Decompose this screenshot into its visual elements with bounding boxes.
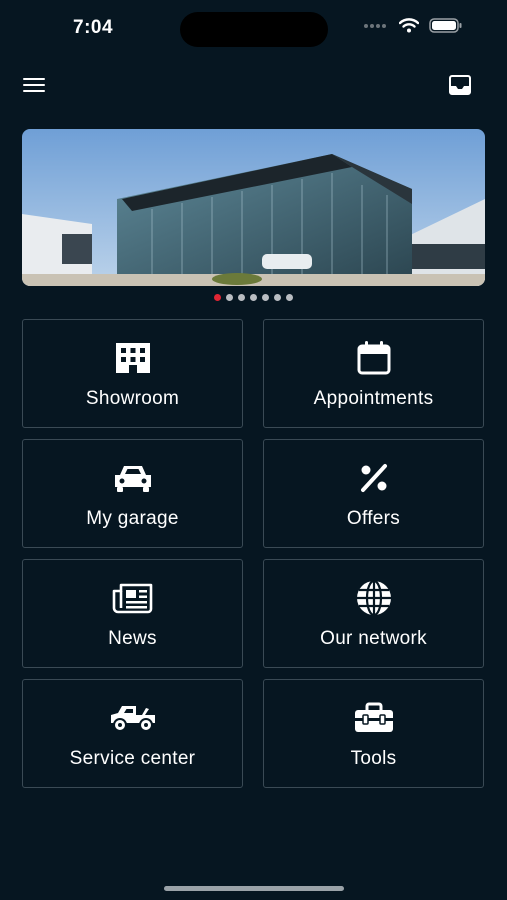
hero-banner-image[interactable] bbox=[22, 129, 485, 286]
carousel-dot[interactable] bbox=[274, 294, 281, 301]
carousel-dot[interactable] bbox=[262, 294, 269, 301]
inbox-icon bbox=[449, 75, 471, 95]
tile-our-network[interactable]: Our network bbox=[263, 559, 484, 668]
tile-label: Offers bbox=[346, 508, 401, 529]
carousel-dot[interactable] bbox=[214, 294, 221, 301]
carousel-dot[interactable] bbox=[286, 294, 293, 301]
wifi-icon bbox=[399, 18, 419, 33]
tile-tools[interactable]: Tools bbox=[263, 679, 484, 788]
tile-offers[interactable]: Offers bbox=[263, 439, 484, 548]
tile-label: Showroom bbox=[85, 388, 180, 409]
hamburger-menu-icon bbox=[23, 78, 45, 92]
battery-icon bbox=[429, 18, 462, 33]
percent-icon bbox=[360, 464, 387, 492]
tile-service-center[interactable]: Service center bbox=[22, 679, 243, 788]
home-indicator bbox=[164, 886, 344, 891]
toolbox-icon bbox=[354, 702, 393, 732]
carousel-pagination bbox=[0, 294, 507, 301]
status-time: 7:04 bbox=[73, 17, 114, 38]
tile-label: Our network bbox=[320, 628, 427, 649]
tile-label: Appointments bbox=[313, 388, 434, 409]
menu-button[interactable] bbox=[19, 70, 49, 100]
building-icon bbox=[115, 343, 150, 373]
calendar-icon bbox=[357, 341, 390, 375]
newspaper-icon bbox=[112, 583, 152, 614]
carousel-dot[interactable] bbox=[226, 294, 233, 301]
status-bar: 7:04 bbox=[0, 0, 507, 60]
carousel-dot[interactable] bbox=[238, 294, 245, 301]
status-icons bbox=[363, 18, 463, 33]
tile-showroom[interactable]: Showroom bbox=[22, 319, 243, 428]
globe-icon bbox=[356, 579, 391, 617]
tile-my-garage[interactable]: My garage bbox=[22, 439, 243, 548]
tow-truck-icon bbox=[110, 706, 155, 732]
cellular-signal-icon bbox=[364, 23, 386, 28]
tile-appointments[interactable]: Appointments bbox=[263, 319, 484, 428]
tile-label: Tools bbox=[350, 748, 397, 769]
inbox-button[interactable] bbox=[445, 70, 475, 100]
tile-label: My garage bbox=[86, 508, 179, 529]
tile-news[interactable]: News bbox=[22, 559, 243, 668]
tile-label: News bbox=[108, 628, 157, 649]
dynamic-island bbox=[180, 12, 328, 47]
tile-label: Service center bbox=[69, 748, 196, 769]
carousel-dot[interactable] bbox=[250, 294, 257, 301]
car-icon bbox=[114, 466, 151, 492]
showroom-photo bbox=[22, 129, 485, 286]
